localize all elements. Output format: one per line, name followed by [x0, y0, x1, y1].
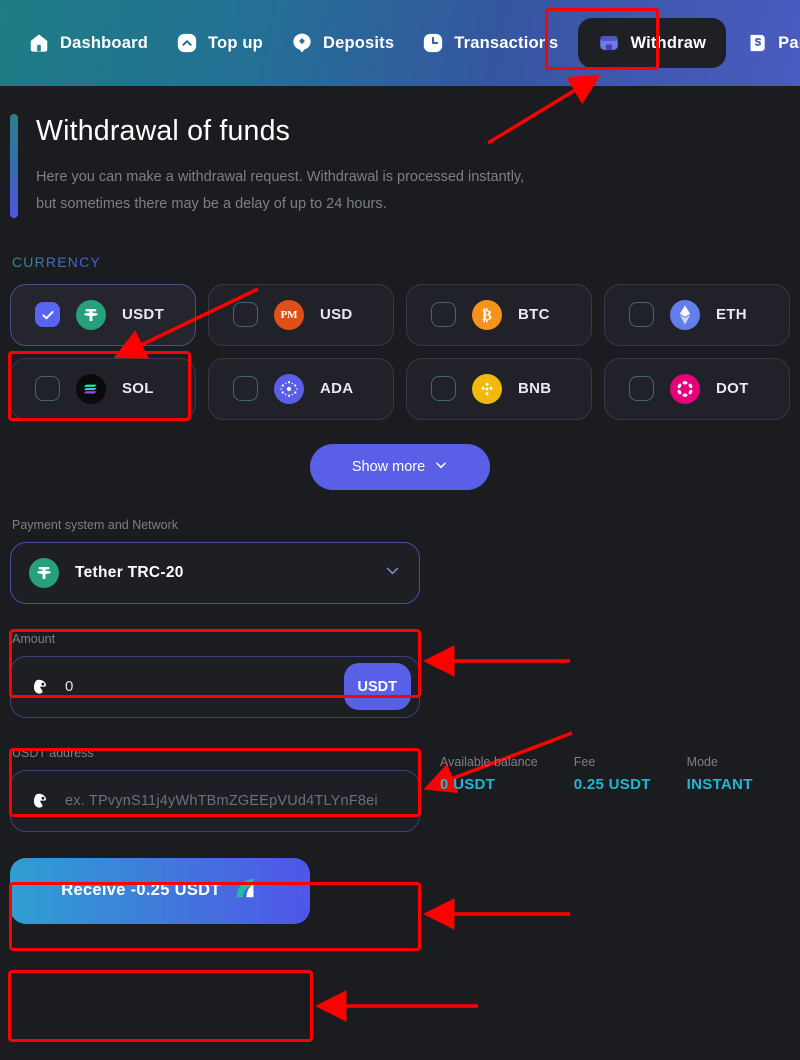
nav-item-label: Withdraw [630, 33, 707, 52]
clock-icon [422, 32, 444, 54]
svg-text:₿: ₿ [482, 308, 492, 324]
currency-option-ada[interactable]: ADA [208, 357, 394, 420]
stat-key: Fee [573, 755, 596, 769]
stat-item: Available balance 0 USDT [440, 755, 538, 793]
currency-checkbox-sol[interactable] [35, 376, 60, 402]
network-field: Payment system and Network Tether TRC-20 [10, 518, 420, 604]
receive-label: Receive -0.25 USDT [61, 881, 221, 900]
currency-label: BTC [518, 306, 550, 324]
nav-item-label: Deposits [322, 33, 395, 52]
amount-input-wrapper[interactable]: 0 USDT [10, 655, 420, 718]
amount-value: 0 [65, 678, 74, 696]
cardano-icon [274, 373, 304, 404]
currency-option-sol[interactable]: SOL [10, 357, 196, 420]
page-title: Withdrawal of funds [36, 115, 291, 147]
address-field: USDT address ex. TPvynS11j4yWhTBmZGEEpVU… [10, 746, 420, 832]
page-description: Here you can make a withdrawal request. … [36, 169, 525, 212]
currency-option-dot[interactable]: DOT [604, 357, 790, 420]
currency-checkbox-eth[interactable] [629, 302, 654, 328]
currency-checkbox-ada[interactable] [233, 376, 258, 402]
nav-item-label: Top up [207, 33, 263, 52]
currency-label: BNB [518, 380, 552, 398]
network-label: Payment system and Network [12, 517, 179, 532]
currency-checkbox-btc[interactable] [431, 302, 456, 328]
amount-field: Amount 0 USDT [10, 632, 420, 718]
withdraw-page: Dashboard Top up Deposits Transactions W… [0, 0, 800, 1060]
perfectmoney-icon: PM [274, 299, 304, 330]
currency-option-usdt[interactable]: USDT [10, 283, 196, 346]
currency-label: DOT [716, 380, 749, 398]
binance-icon [472, 373, 502, 404]
top-navigation: Dashboard Top up Deposits Transactions W… [0, 0, 800, 86]
nav-item-partners[interactable]: Partners [732, 20, 800, 66]
stat-key: Available balance [440, 755, 538, 769]
currency-label: USD [320, 306, 353, 324]
tether-icon [29, 557, 59, 588]
show-more-button[interactable]: Show more [309, 443, 491, 490]
currency-grid: USDT PM USD ₿ BTC ETH SOL ADA BNB DOT [10, 283, 790, 420]
polkadot-icon [670, 373, 700, 404]
cursor-icon [33, 792, 51, 810]
bitcoin-icon: ₿ [472, 299, 502, 330]
stat-value: 0 USDT [440, 776, 496, 793]
amount-stats: Available balance 0 USDT Fee 0.25 USDT Mode I… [440, 755, 753, 793]
currency-option-bnb[interactable]: BNB [406, 357, 592, 420]
diamond-pin-icon [291, 32, 313, 54]
ethereum-icon [670, 299, 700, 330]
chevron-down-icon [434, 458, 448, 476]
currency-checkbox-usdt[interactable] [35, 302, 60, 328]
currency-option-eth[interactable]: ETH [604, 283, 790, 346]
currency-label: ADA [320, 380, 354, 398]
stat-value: 0.25 USDT [573, 776, 651, 793]
amount-label: Amount [12, 631, 56, 646]
solana-icon [76, 373, 106, 404]
show-more-wrapper: Show more [10, 443, 790, 490]
page-header: Withdrawal of funds Here you can make a … [10, 114, 790, 218]
address-label: USDT address [12, 745, 94, 760]
nav-item-transactions[interactable]: Transactions [408, 20, 572, 66]
stat-item: Mode INSTANT [687, 755, 753, 793]
nav-item-label: Dashboard [60, 33, 148, 52]
amount-currency-badge[interactable]: USDT [343, 663, 411, 711]
receive-submit-button[interactable]: Receive -0.25 USDT [10, 857, 310, 924]
currency-label: ETH [716, 306, 747, 324]
address-input-wrapper[interactable]: ex. TPvynS11j4yWhTBmZGEEpVUd4TLYnF8ei [10, 769, 420, 832]
chevron-up-icon [176, 32, 198, 54]
annotation-highlight-receive-button [8, 970, 313, 1042]
nav-item-dashboard[interactable]: Dashboard [14, 20, 162, 66]
currency-label: SOL [122, 380, 154, 398]
wallet-icon [598, 32, 620, 54]
currency-checkbox-dot[interactable] [629, 376, 654, 402]
currency-option-btc[interactable]: ₿ BTC [406, 283, 592, 346]
network-select[interactable]: Tether TRC-20 [10, 541, 420, 604]
currency-checkbox-bnb[interactable] [431, 376, 456, 402]
currency-label: USDT [122, 306, 165, 324]
home-icon [28, 32, 50, 54]
nav-item-top-up[interactable]: Top up [162, 20, 277, 66]
nav-item-withdraw[interactable]: Withdraw [578, 18, 727, 68]
stat-value: INSTANT [686, 776, 753, 793]
brand-mark-icon [233, 875, 259, 906]
show-more-label: Show more [351, 458, 426, 475]
chevron-down-icon[interactable] [384, 562, 401, 584]
stat-item: Fee 0.25 USDT [574, 755, 651, 793]
accent-bar [10, 114, 18, 218]
cursor-icon [33, 678, 51, 696]
nav-item-label: Partners [778, 33, 800, 52]
partners-icon [746, 32, 768, 54]
nav-item-label: Transactions [454, 33, 559, 52]
page-content: Withdrawal of funds Here you can make a … [0, 114, 800, 924]
network-selected-value: Tether TRC-20 [75, 563, 184, 581]
stat-key: Mode [686, 755, 718, 769]
tether-icon [76, 299, 106, 330]
currency-option-usd[interactable]: PM USD [208, 283, 394, 346]
nav-item-deposits[interactable]: Deposits [277, 20, 408, 66]
currency-checkbox-usd[interactable] [233, 302, 258, 328]
currency-section-label: CURRENCY [12, 253, 101, 270]
address-placeholder: ex. TPvynS11j4yWhTBmZGEEpVUd4TLYnF8ei [65, 792, 378, 809]
